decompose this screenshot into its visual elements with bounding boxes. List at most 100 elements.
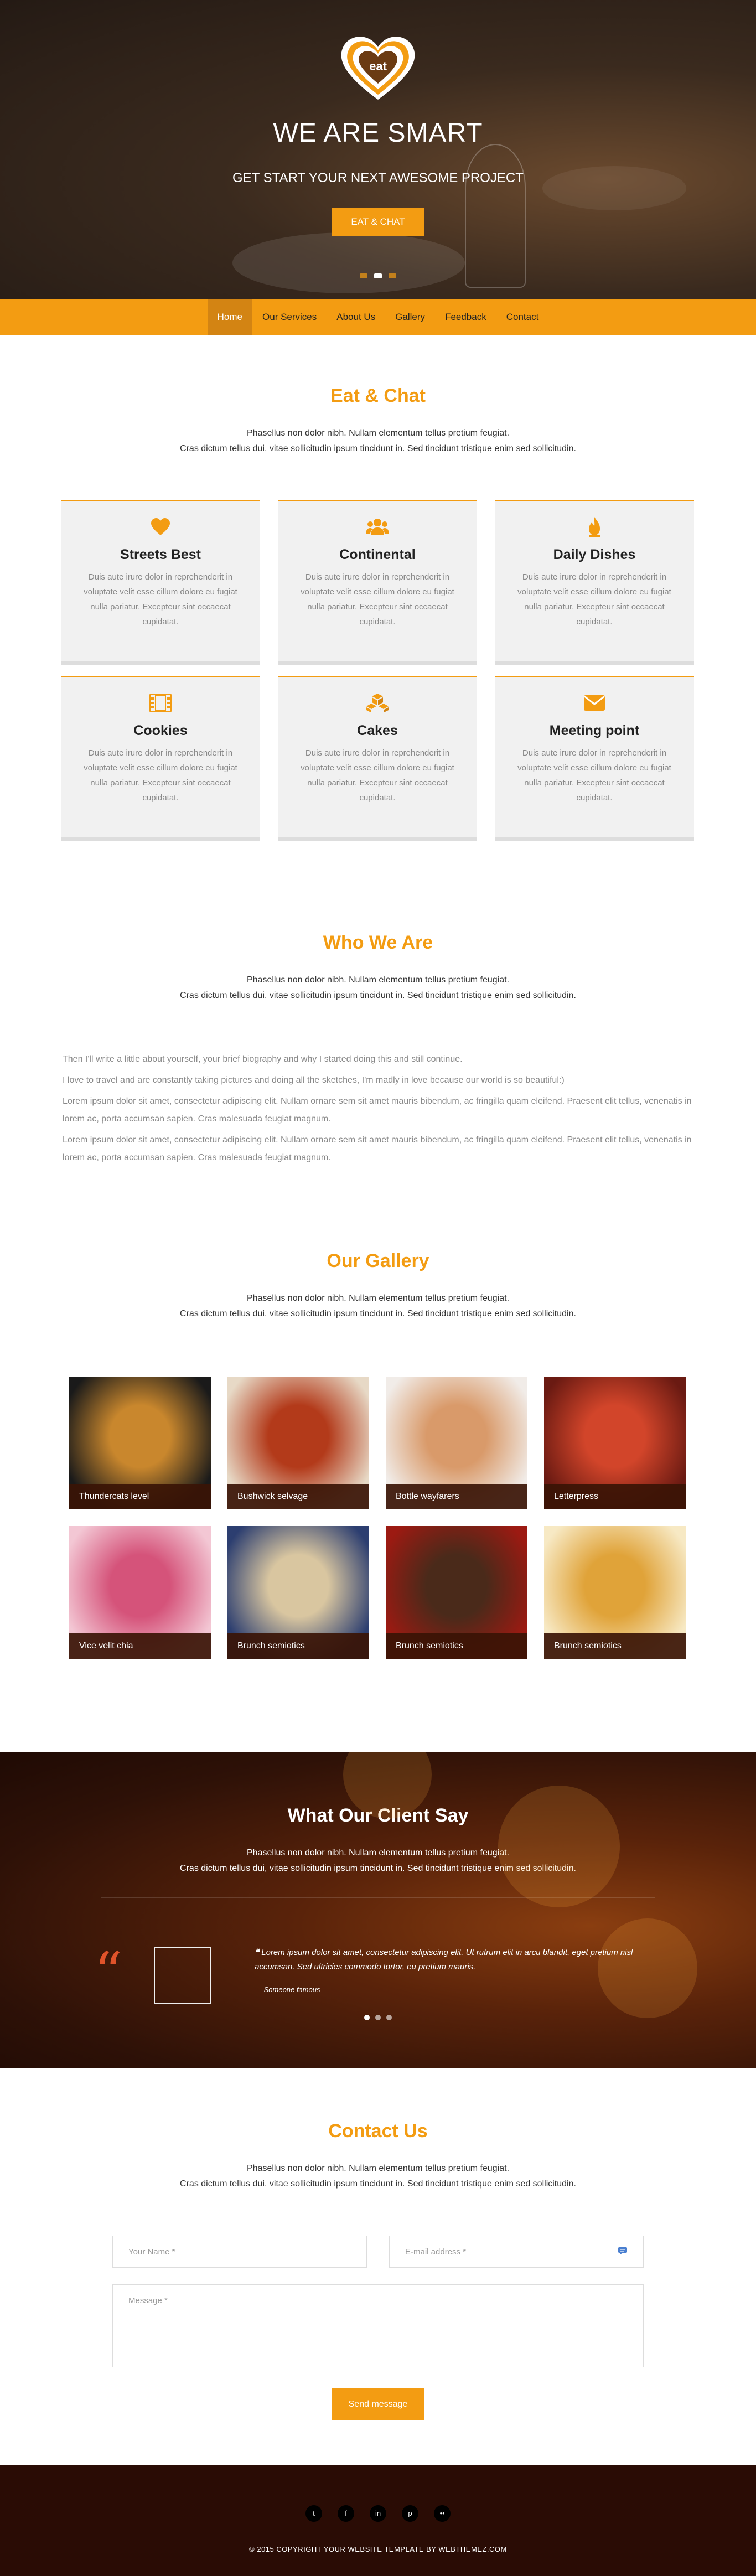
background-bokeh (498, 1786, 620, 1907)
feature-title: Cookies (133, 723, 188, 738)
nav-item-gallery[interactable]: Gallery (385, 299, 435, 335)
hero-cta-button[interactable]: EAT & CHAT (332, 208, 424, 236)
section-subtitle: Phasellus non dolor nibh. Nullam element… (0, 426, 756, 457)
testimonial-dots (0, 2013, 756, 2023)
feature-text: Duis aute irure dolor in reprehenderit i… (517, 748, 671, 803)
subtitle-line: Cras dictum tellus dui, vitae sollicitud… (180, 991, 576, 1000)
feature-title: Continental (339, 547, 416, 562)
feature-card: Cakes Duis aute irure dolor in reprehend… (278, 676, 477, 837)
feature-card: Meeting point Duis aute irure dolor in r… (495, 676, 694, 837)
gallery-item[interactable]: Letterpress (544, 1377, 686, 1509)
nav-item-feedback[interactable]: Feedback (435, 299, 496, 335)
email-input[interactable]: E-mail address * (389, 2236, 644, 2268)
about-paragraph: Then I'll write a little about yourself,… (63, 1054, 463, 1064)
feature-text: Duis aute irure dolor in reprehenderit i… (517, 572, 671, 627)
footer: t f in p •• © 2015 COPYRIGHT YOUR WEBSIT… (0, 2465, 756, 2576)
hero-subtitle: GET START YOUR NEXT AWESOME PROJECT (232, 170, 524, 185)
main-nav: Home Our Services About Us Gallery Feedb… (0, 299, 756, 335)
logo-text: eat (369, 59, 387, 73)
feature-text: Duis aute irure dolor in reprehenderit i… (301, 748, 454, 803)
facebook-icon[interactable]: f (338, 2505, 354, 2522)
film-icon (61, 692, 260, 714)
slider-dot[interactable] (374, 273, 382, 278)
testimonial-section: What Our Client Say Phasellus non dolor … (0, 1752, 756, 2068)
pinterest-icon[interactable]: p (402, 2505, 418, 2522)
gallery-item[interactable]: Bushwick selvage (227, 1377, 369, 1509)
flickr-icon[interactable]: •• (434, 2505, 451, 2522)
gallery-caption: Brunch semiotics (227, 1633, 369, 1659)
contact-form: Your Name * E-mail address * Message * S… (112, 2236, 644, 2420)
section-title: Who We Are (323, 932, 433, 953)
subtitle-line: Cras dictum tellus dui, vitae sollicitud… (180, 1309, 576, 1318)
autofill-icon[interactable] (618, 2247, 628, 2257)
message-placeholder: Message * (128, 2296, 168, 2305)
section-title: Contact Us (328, 2120, 428, 2142)
about-paragraph: Lorem ipsum dolor sit amet, consectetur … (63, 1135, 692, 1162)
envelope-icon (495, 692, 694, 714)
heart-icon (61, 516, 260, 538)
gallery-item[interactable]: Thundercats level (69, 1377, 211, 1509)
nav-item-home[interactable]: Home (207, 299, 253, 335)
gallery-caption: Thundercats level (69, 1484, 211, 1509)
email-placeholder: E-mail address * (405, 2247, 467, 2257)
feature-title: Daily Dishes (553, 547, 636, 562)
quote-icon: “ (94, 1940, 123, 2005)
gallery-item[interactable]: Brunch semiotics (544, 1526, 686, 1659)
gallery-caption: Brunch semiotics (386, 1633, 527, 1659)
about-paragraph: Lorem ipsum dolor sit amet, consectetur … (63, 1096, 692, 1124)
twitter-icon[interactable]: t (305, 2505, 322, 2522)
users-icon (278, 516, 477, 538)
fire-icon (495, 516, 694, 538)
feature-card: Daily Dishes Duis aute irure dolor in re… (495, 500, 694, 661)
section-subtitle: Phasellus non dolor nibh. Nullam element… (0, 1845, 756, 1876)
feature-card: Streets Best Duis aute irure dolor in re… (61, 500, 260, 661)
testimonial-dot[interactable] (375, 2015, 381, 2020)
feature-title: Streets Best (120, 547, 201, 562)
slider-dot[interactable] (389, 273, 397, 278)
gallery-caption: Letterpress (544, 1484, 686, 1509)
testimonial-author: — Someone famous (255, 1985, 320, 1994)
gallery-item[interactable]: Vice velit chia (69, 1526, 211, 1659)
about-paragraph: I love to travel and are constantly taki… (63, 1075, 565, 1085)
feature-text: Duis aute irure dolor in reprehenderit i… (301, 572, 454, 627)
name-input[interactable]: Your Name * (112, 2236, 367, 2268)
subtitle-line: Phasellus non dolor nibh. Nullam element… (246, 428, 510, 438)
nav-item-about[interactable]: About Us (327, 299, 385, 335)
message-textarea[interactable]: Message * (112, 2284, 644, 2367)
nav-item-services[interactable]: Our Services (252, 299, 327, 335)
subtitle-line: Cras dictum tellus dui, vitae sollicitud… (180, 444, 576, 453)
services-section: Eat & Chat Phasellus non dolor nibh. Nul… (0, 335, 756, 878)
subtitle-line: Phasellus non dolor nibh. Nullam element… (246, 1294, 510, 1303)
slider-dot[interactable] (359, 273, 367, 278)
subtitle-line: Phasellus non dolor nibh. Nullam element… (246, 975, 510, 985)
gallery-caption: Bushwick selvage (227, 1484, 369, 1509)
gallery-caption: Bottle wayfarers (386, 1484, 527, 1509)
gallery-item[interactable]: Brunch semiotics (386, 1526, 527, 1659)
testimonial-dot[interactable] (364, 2015, 370, 2020)
testimonial-quote: ❝ Lorem ipsum dolor sit amet, consectetu… (255, 1946, 636, 1974)
subtitle-line: Phasellus non dolor nibh. Nullam element… (246, 2164, 510, 2173)
section-subtitle: Phasellus non dolor nibh. Nullam element… (0, 973, 756, 1003)
quote-text: Lorem ipsum dolor sit amet, consectetur … (255, 1948, 633, 1972)
feature-text: Duis aute irure dolor in reprehenderit i… (84, 572, 237, 627)
subtitle-line: Phasellus non dolor nibh. Nullam element… (246, 1848, 510, 1858)
nav-item-contact[interactable]: Contact (496, 299, 549, 335)
feature-title: Meeting point (549, 723, 640, 738)
contact-section: Contact Us Phasellus non dolor nibh. Nul… (0, 2068, 756, 2465)
cubes-icon (278, 692, 477, 714)
gallery-item[interactable]: Bottle wayfarers (386, 1377, 527, 1509)
gallery-item[interactable]: Brunch semiotics (227, 1526, 369, 1659)
gallery-section: Our Gallery Phasellus non dolor nibh. Nu… (0, 1195, 756, 1752)
feature-title: Cakes (357, 723, 398, 738)
send-message-button[interactable]: Send message (332, 2388, 424, 2420)
testimonial-dot[interactable] (386, 2015, 392, 2020)
copyright-text: © 2015 COPYRIGHT YOUR WEBSITE TEMPLATE B… (249, 2545, 507, 2553)
hero-plate (232, 232, 465, 293)
feature-text: Duis aute irure dolor in reprehenderit i… (84, 748, 237, 803)
linkedin-icon[interactable]: in (370, 2505, 386, 2522)
hero-banner: eat WE ARE SMART GET START YOUR NEXT AWE… (0, 0, 756, 299)
site-logo[interactable]: eat (336, 30, 420, 102)
gallery-caption: Vice velit chia (69, 1633, 211, 1659)
hero-title: WE ARE SMART (273, 118, 483, 148)
section-subtitle: Phasellus non dolor nibh. Nullam element… (0, 1291, 756, 1322)
